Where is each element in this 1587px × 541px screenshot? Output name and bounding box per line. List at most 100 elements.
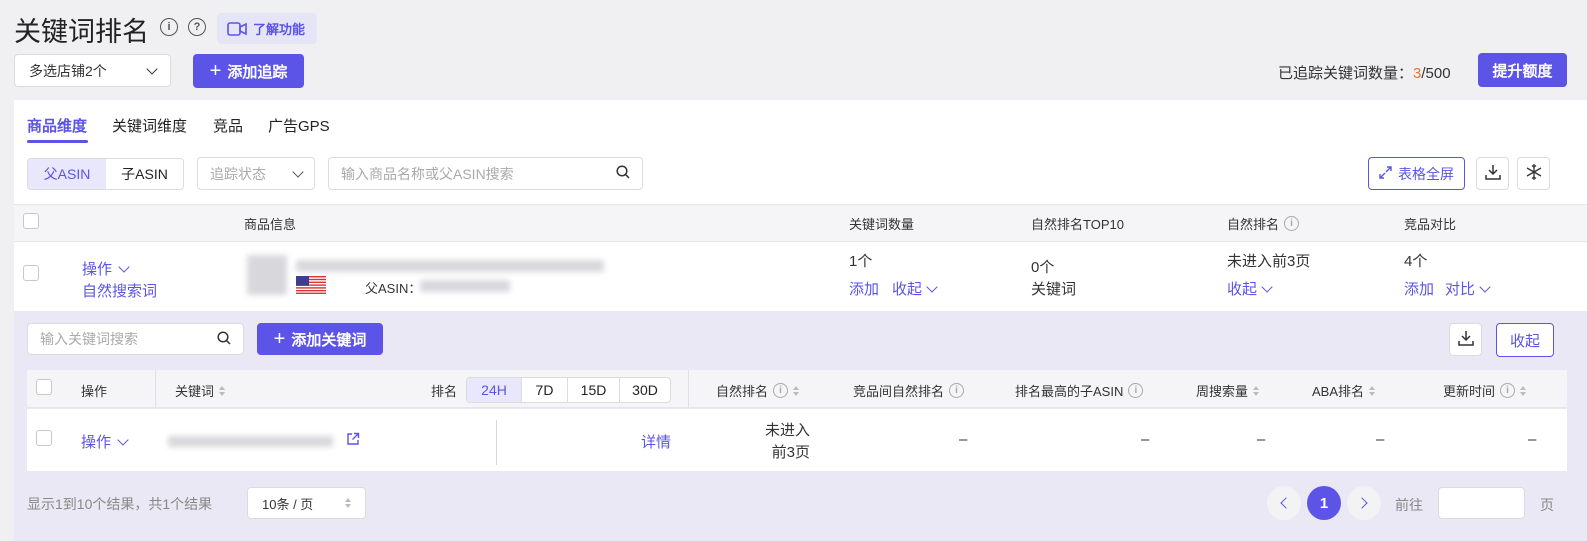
collapse-link[interactable]: 收起 — [892, 278, 938, 299]
top10-count-unit: 关键词 — [1031, 281, 1077, 298]
sub-col-keyword[interactable]: 关键词 — [175, 381, 226, 400]
page-size-select[interactable]: 10条 / 页 — [247, 487, 366, 519]
add-keyword-button[interactable]: + 添加关键词 — [257, 323, 383, 355]
sub-col-natural-rank[interactable]: 自然排名 i — [716, 381, 800, 400]
sub-col-op: 操作 — [81, 384, 108, 399]
download-button[interactable] — [1476, 157, 1509, 190]
subpanel-collapse-button[interactable]: 收起 — [1496, 323, 1554, 357]
sub-col-aba[interactable]: ABA排名 — [1312, 381, 1376, 400]
page-title: 关键词排名 — [14, 17, 149, 47]
chevron-down-icon — [146, 62, 158, 75]
expand-icon — [1379, 165, 1392, 182]
detail-link[interactable]: 详情 — [641, 431, 671, 452]
tracked-count-text: 已追踪关键词数量：3/500 — [1278, 62, 1451, 83]
tab-product[interactable]: 商品维度 — [27, 115, 87, 136]
chevron-right-icon — [1356, 497, 1368, 509]
goto-label: 前往 — [1395, 497, 1423, 513]
keyword-search-input[interactable]: 输入关键词搜索 — [27, 323, 244, 355]
chevron-down-icon — [117, 433, 129, 446]
product-title-redacted — [296, 260, 604, 272]
seg-parent-asin[interactable]: 父ASIN — [28, 159, 106, 189]
sort-icon — [1369, 385, 1376, 396]
sub-col-updated[interactable]: 更新时间 i — [1443, 381, 1527, 400]
goto-page-input[interactable] — [1438, 487, 1525, 519]
product-thumbnail — [247, 255, 287, 295]
row-actions-dropdown[interactable]: 操作 — [82, 258, 130, 279]
sub-natural-rank-line2: 前3页 — [771, 444, 810, 461]
tab-keyword[interactable]: 关键词维度 — [112, 115, 187, 136]
add-keyword-label: 添加关键词 — [291, 331, 367, 349]
video-icon — [227, 21, 247, 36]
info-icon[interactable]: i — [949, 383, 965, 398]
chevron-down-icon — [1479, 280, 1491, 293]
upgrade-quota-button[interactable]: 提升额度 — [1478, 53, 1567, 87]
info-icon[interactable]: i — [1128, 383, 1144, 398]
product-search-placeholder: 输入商品名称或父ASIN搜索 — [341, 165, 514, 182]
keyword-count-value: 1个 — [849, 253, 873, 270]
info-icon[interactable]: i — [1284, 216, 1300, 231]
info-icon[interactable]: i — [160, 18, 178, 36]
add-competitor-link[interactable]: 添加 — [1404, 278, 1434, 299]
info-icon[interactable]: i — [1500, 383, 1516, 398]
period-7d[interactable]: 7D — [522, 378, 568, 402]
competitor-count-value: 4个 — [1404, 253, 1428, 270]
search-icon — [217, 330, 231, 348]
store-select[interactable]: 多选店铺2个 — [14, 54, 171, 87]
rank-collapse-link[interactable]: 收起 — [1227, 278, 1273, 299]
fullscreen-button[interactable]: 表格全屏 — [1368, 157, 1465, 190]
sub-header-divider — [688, 370, 689, 408]
col-top10: 自然排名TOP10 — [1031, 217, 1124, 232]
snowflake-icon — [1525, 163, 1543, 184]
col-product-info: 商品信息 — [244, 217, 297, 232]
select-all-checkbox[interactable] — [23, 213, 39, 229]
sub-competitor-rank-value: – — [959, 431, 968, 448]
row-checkbox[interactable] — [23, 265, 39, 281]
period-15d[interactable]: 15D — [568, 378, 620, 402]
info-icon[interactable]: i — [773, 383, 789, 398]
store-select-value: 多选店铺2个 — [29, 62, 107, 79]
keyword-download-button[interactable] — [1449, 323, 1482, 356]
natural-search-link[interactable]: 自然搜索词 — [82, 280, 157, 301]
sub-col-competitor-rank: 竞品间自然排名 i — [853, 381, 965, 400]
product-search-input[interactable]: 输入商品名称或父ASIN搜索 — [328, 157, 643, 190]
parent-asin-label: 父ASIN： — [365, 281, 422, 296]
add-keyword-link[interactable]: 添加 — [849, 278, 879, 299]
external-link-icon[interactable] — [346, 432, 360, 449]
us-flag-icon — [296, 276, 326, 294]
prev-page-button[interactable] — [1267, 486, 1301, 520]
keyword-search-placeholder: 输入关键词搜索 — [40, 331, 138, 347]
sub-select-all-checkbox[interactable] — [36, 379, 52, 395]
chevron-down-icon — [926, 280, 938, 293]
page-unit-label: 页 — [1540, 497, 1554, 513]
plus-icon: + — [273, 328, 286, 350]
sub-row-checkbox[interactable] — [36, 430, 52, 446]
sort-icon — [1520, 385, 1527, 396]
tab-ad-gps[interactable]: 广告GPS — [268, 115, 330, 136]
tracked-count-label: 已追踪关键词数量： — [1278, 65, 1414, 82]
next-page-button[interactable] — [1347, 486, 1381, 520]
sub-top-child-value: – — [1141, 431, 1150, 448]
compare-link[interactable]: 对比 — [1445, 278, 1491, 299]
track-status-select[interactable]: 追踪状态 — [197, 157, 315, 190]
tab-competitor[interactable]: 竞品 — [213, 115, 243, 136]
period-30d[interactable]: 30D — [620, 378, 670, 402]
asin-segment: 父ASIN 子ASIN — [27, 158, 184, 190]
seg-child-asin[interactable]: 子ASIN — [106, 159, 183, 189]
chevron-left-icon — [1280, 497, 1292, 509]
sort-icon — [1253, 385, 1260, 396]
sort-icon — [219, 385, 226, 396]
col-competitor: 竞品对比 — [1404, 217, 1457, 232]
page-1-button[interactable]: 1 — [1307, 486, 1341, 520]
sub-col-weekly[interactable]: 周搜索量 — [1196, 381, 1260, 400]
help-icon[interactable]: ? — [188, 18, 206, 36]
sub-updated-value: – — [1528, 431, 1537, 448]
sub-col-top-child: 排名最高的子ASIN i — [1015, 381, 1144, 400]
freeze-settings-button[interactable] — [1517, 157, 1550, 190]
track-status-placeholder: 追踪状态 — [210, 165, 266, 182]
add-track-button[interactable]: + 添加追踪 — [193, 54, 304, 88]
sort-icon — [793, 385, 800, 396]
period-24h[interactable]: 24H — [467, 378, 522, 402]
period-segment: 24H 7D 15D 30D — [466, 377, 671, 403]
sub-row-actions-dropdown[interactable]: 操作 — [81, 431, 129, 452]
learn-feature-button[interactable]: 了解功能 — [217, 13, 317, 44]
